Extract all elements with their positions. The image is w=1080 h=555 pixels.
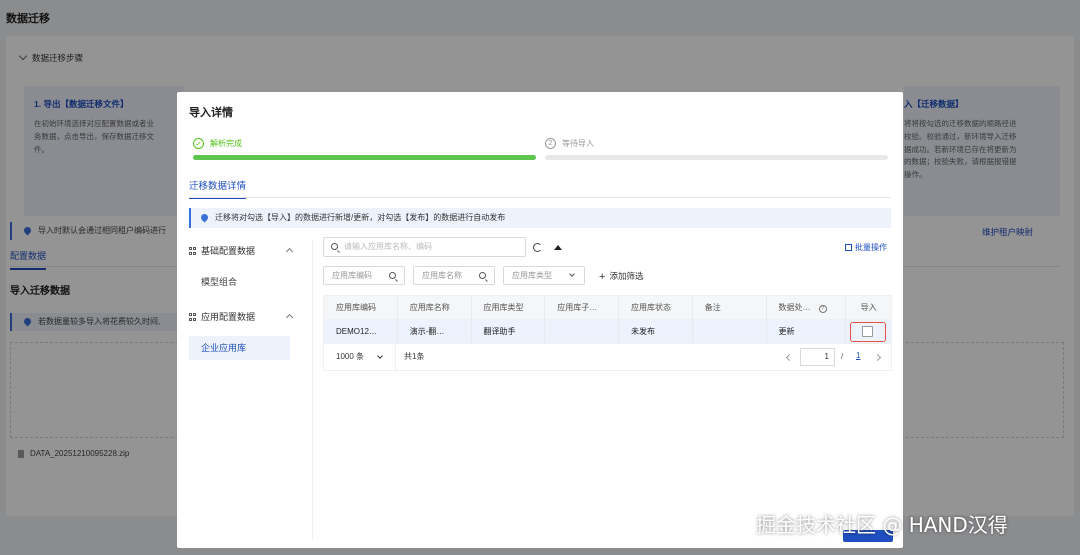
tree-group-label: 基础配置数据	[201, 246, 256, 256]
stage-parse-complete: ✓ 解析完成	[193, 138, 242, 149]
table-header: 应用库编码 应用库名称 应用库类型 应用库子… 应用库状态 备注 数据处…? 导…	[324, 296, 891, 320]
progress-bar-complete	[193, 155, 536, 160]
help-icon[interactable]: ?	[818, 305, 827, 313]
grid-icon	[189, 313, 197, 321]
col-header-process[interactable]: 数据处…?	[767, 296, 847, 320]
import-details-modal: 导入详情 ✓ 解析完成 2 等待导入 迁移数据详情 迁移将对勾选【导入】的数据进…	[177, 92, 903, 548]
filter-app-name[interactable]: 应用库名称	[413, 266, 495, 285]
total-count: 共1条	[404, 352, 425, 361]
collapse-triangle-icon[interactable]	[554, 245, 562, 250]
step-number-icon: 2	[545, 138, 556, 149]
next-page-icon[interactable]	[873, 353, 882, 362]
filter-label: 应用库编码	[332, 271, 372, 280]
watermark: 掘金技术社区 @ HAND汉得	[756, 513, 1008, 537]
bulk-action-label: 批量操作	[855, 243, 887, 252]
filter-label: 应用库类型	[512, 271, 552, 280]
stage-label: 等待导入	[562, 139, 594, 148]
info-alert: 迁移将对勾选【导入】的数据进行新增/更新，对勾选【发布】的数据进行自动发布	[189, 208, 891, 228]
refresh-icon[interactable]	[533, 243, 542, 252]
import-checkbox[interactable]	[862, 326, 874, 337]
filter-app-code[interactable]: 应用库编码	[323, 266, 405, 285]
cell-subtype	[545, 320, 619, 344]
tree-group-app-config[interactable]: 应用配置数据	[189, 306, 312, 328]
search-placeholder: 请输入应用库名称、编码	[344, 242, 432, 251]
stage-label: 解析完成	[210, 139, 242, 148]
info-alert-text: 迁移将对勾选【导入】的数据进行新增/更新，对勾选【发布】的数据进行自动发布	[215, 213, 506, 222]
table-pagination: 1000 条 共1条 1 / 1	[324, 344, 891, 370]
cell-import	[846, 320, 891, 344]
cell-type: 翻译助手	[472, 320, 546, 344]
page-separator: /	[841, 352, 844, 361]
page-size-label: 1000 条	[336, 352, 365, 361]
tree-group-label: 应用配置数据	[201, 312, 256, 322]
chevron-up-icon	[285, 247, 294, 256]
col-header-import[interactable]: 导入	[846, 296, 891, 320]
grid-icon	[189, 247, 197, 255]
prev-page-icon[interactable]	[785, 353, 794, 362]
add-filter-button[interactable]: + 添加筛选	[599, 270, 643, 283]
add-filter-label: 添加筛选	[609, 271, 644, 281]
tree-group-basic-config[interactable]: 基础配置数据	[189, 240, 312, 262]
page-number-input[interactable]: 1	[800, 348, 835, 366]
cell-code: DEMO12…	[324, 320, 398, 344]
section-divider	[189, 197, 891, 198]
tab-migration-details[interactable]: 迁移数据详情	[189, 178, 247, 199]
chevron-down-icon	[377, 353, 383, 359]
bulk-icon	[845, 244, 852, 251]
search-icon	[479, 272, 486, 279]
chevron-up-icon	[285, 313, 294, 322]
plus-icon: +	[599, 271, 606, 283]
cell-status: 未发布	[619, 320, 693, 344]
col-header-process-label: 数据处…	[778, 303, 811, 312]
tree-item-enterprise-app-lib[interactable]: 企业应用库	[189, 336, 290, 360]
modal-title: 导入详情	[189, 107, 233, 119]
search-icon	[389, 272, 396, 279]
tree-item-model-combo[interactable]: 模型组合	[189, 270, 290, 294]
location-pin-icon	[199, 212, 210, 223]
category-tree: 基础配置数据 模型组合 应用配置数据 企业应用库	[189, 240, 313, 540]
cell-process: 更新	[767, 320, 847, 344]
page-size-select[interactable]: 1000 条	[324, 344, 396, 370]
filter-label: 应用库名称	[422, 271, 462, 280]
cell-remark	[693, 320, 767, 344]
col-header-type[interactable]: 应用库类型	[472, 296, 546, 320]
col-header-code[interactable]: 应用库编码	[324, 296, 398, 320]
filter-app-type[interactable]: 应用库类型	[503, 266, 585, 285]
chevron-down-icon	[569, 271, 575, 277]
col-header-subtype[interactable]: 应用库子…	[545, 296, 619, 320]
progress-bar-pending	[545, 155, 888, 160]
col-header-remark[interactable]: 备注	[693, 296, 767, 320]
col-header-status[interactable]: 应用库状态	[619, 296, 693, 320]
app-lib-table: 应用库编码 应用库名称 应用库类型 应用库子… 应用库状态 备注 数据处…? 导…	[323, 295, 892, 371]
col-header-name[interactable]: 应用库名称	[398, 296, 472, 320]
check-circle-icon: ✓	[193, 138, 204, 149]
search-input[interactable]: 请输入应用库名称、编码	[323, 237, 526, 257]
total-pages-link[interactable]: 1	[856, 344, 860, 368]
stage-waiting-import: 2 等待导入	[545, 138, 594, 149]
cell-name: 演示-翻…	[398, 320, 472, 344]
search-icon	[331, 243, 338, 250]
import-progress: ✓ 解析完成 2 等待导入	[191, 138, 888, 162]
table-row[interactable]: DEMO12… 演示-翻… 翻译助手 未发布 更新	[324, 320, 891, 344]
bulk-action-button[interactable]: 批量操作	[845, 242, 887, 253]
